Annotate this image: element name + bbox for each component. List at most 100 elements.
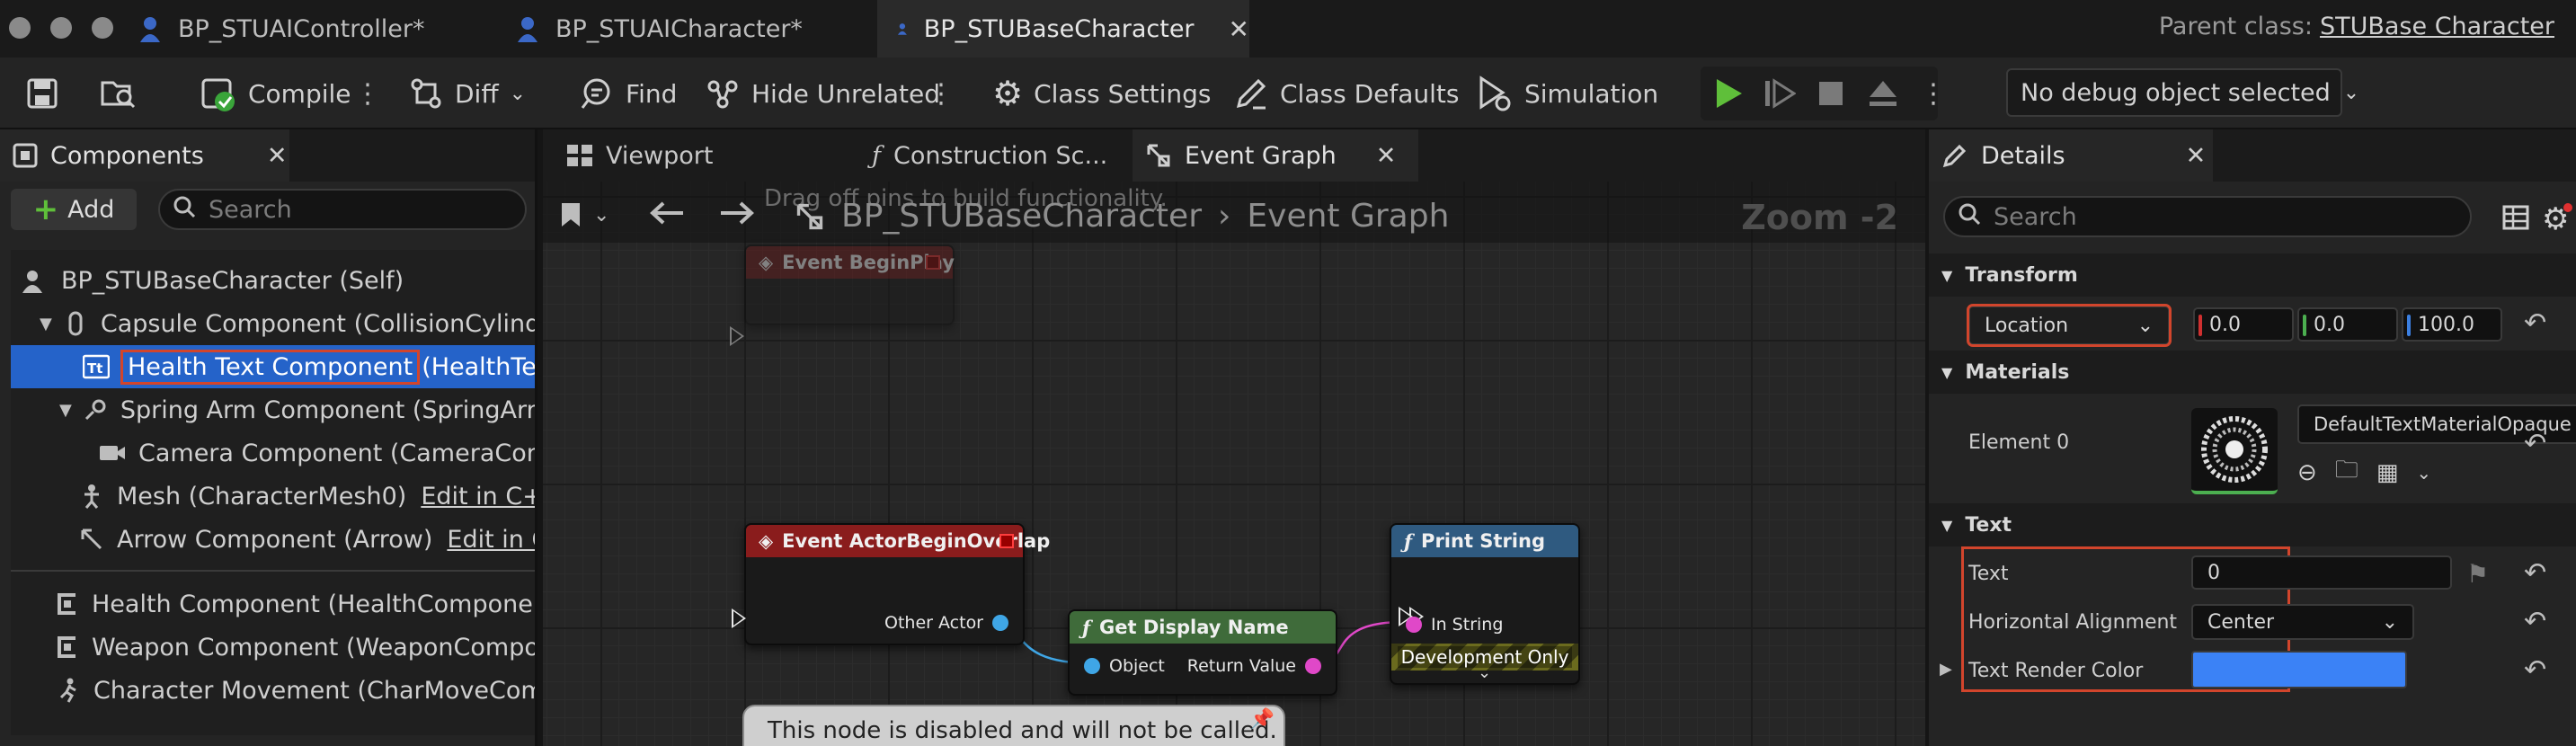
section-materials[interactable]: ▼ Materials <box>1929 351 2576 394</box>
class-defaults-button[interactable]: Class Defaults <box>1233 58 1459 129</box>
add-component-button[interactable]: + Add <box>11 189 137 230</box>
text-value-field[interactable]: 0 <box>2191 555 2452 590</box>
compile-button[interactable]: Compile <box>200 58 351 129</box>
halign-dropdown[interactable]: Center ⌄ <box>2191 604 2414 640</box>
use-selected-icon[interactable]: ⊖ <box>2297 459 2317 486</box>
details-search-input[interactable] <box>1994 202 2470 231</box>
eject-button[interactable] <box>1868 58 1898 129</box>
components-tab[interactable]: Components ✕ <box>0 129 289 182</box>
render-color-swatch[interactable] <box>2191 651 2407 688</box>
find-button[interactable]: Find <box>579 58 677 129</box>
close-icon[interactable]: ✕ <box>1229 14 1249 44</box>
details-tab[interactable]: Details ✕ <box>1929 129 2213 182</box>
axis-z-indicator <box>2407 315 2411 336</box>
localization-flag-icon[interactable]: ⚑ <box>2466 559 2489 589</box>
reset-text-icon[interactable]: ↶ <box>2524 557 2546 589</box>
details-settings-button[interactable]: ⚙ <box>2542 201 2572 237</box>
tree-item-mesh[interactable]: Mesh (CharacterMesh0) Edit in C++ <box>11 475 535 518</box>
doc-tab-base-character[interactable]: BP_STUBaseCharacter ✕ <box>877 0 1249 58</box>
tree-item-spring-arm[interactable]: ▼ Spring Arm Component (SpringArmCompone… <box>11 388 535 431</box>
hide-unrelated-button[interactable]: Hide Unrelated <box>705 58 940 129</box>
delegate-pin[interactable] <box>999 534 1014 548</box>
axis-x-indicator <box>2198 315 2202 336</box>
node-print-string[interactable]: ƒ Print String In String Development Onl… <box>1390 523 1580 685</box>
browse-folder-icon[interactable]: 🗀 <box>2335 453 2358 493</box>
play-button[interactable] <box>1713 58 1744 129</box>
table-view-button[interactable] <box>2502 205 2529 236</box>
maximize-window-button[interactable] <box>92 17 113 39</box>
close-icon[interactable]: ✕ <box>267 142 288 170</box>
tree-item-character-movement[interactable]: Character Movement (CharMoveComp) <box>11 669 535 712</box>
location-y-field[interactable]: 0.0 <box>2297 307 2398 342</box>
tree-item-capsule[interactable]: ▼ Capsule Component (CollisionCylinder) <box>11 302 535 345</box>
components-search-input[interactable] <box>209 195 525 224</box>
reset-material-icon[interactable]: ↶ <box>2524 428 2546 459</box>
location-x-field[interactable]: 0.0 <box>2193 307 2294 342</box>
class-settings-button[interactable]: ⚙ Class Settings <box>992 58 1212 129</box>
pin-in-string[interactable]: In String <box>1406 615 1503 635</box>
location-z-field[interactable]: 100.0 <box>2402 307 2502 342</box>
edit-in-cpp-link[interactable]: Edit in C++ <box>447 526 535 554</box>
section-text[interactable]: ▼ Text <box>1929 503 2576 546</box>
tree-item-arrow[interactable]: Arrow Component (Arrow) Edit in C++ <box>11 518 535 561</box>
doc-tab-ai-controller[interactable]: BP_STUAIController* <box>119 0 496 58</box>
diff-button[interactable]: Diff ⌄ <box>408 58 526 129</box>
tree-item-health-component[interactable]: Health Component (HealthComponent) <box>11 582 535 626</box>
expand-arrow-icon[interactable]: ▶ <box>1940 660 1952 679</box>
axis-y-indicator <box>2303 315 2306 336</box>
location-mode-dropdown[interactable]: Location ⌄ <box>1967 304 2172 347</box>
play-options-button[interactable]: ⋮ <box>1920 58 1947 129</box>
node-event-actorbeginoverlap[interactable]: ◈ Event ActorBeginOverlap Other Actor <box>732 523 1050 645</box>
disabled-node-comment[interactable]: This node is disabled and will not be ca… <box>742 705 1285 746</box>
details-search[interactable] <box>1943 196 2472 237</box>
pin-return-value[interactable]: Return Value <box>1187 656 1321 676</box>
edit-in-cpp-link[interactable]: Edit in C++ <box>421 483 535 511</box>
components-search[interactable] <box>158 189 527 230</box>
tree-item-label: Arrow Component (Arrow) <box>117 525 433 554</box>
section-transform[interactable]: ▼ Transform <box>1929 253 2576 297</box>
add-label: Add <box>67 195 115 224</box>
checker-icon[interactable]: ▦ <box>2376 459 2399 486</box>
find-icon <box>581 78 610 109</box>
exec-out-pin[interactable] <box>732 608 746 628</box>
expand-arrow-icon[interactable]: ▼ <box>59 401 72 420</box>
compile-options-button[interactable]: ⋮ <box>354 58 381 129</box>
pin-icon[interactable]: 📌 <box>1250 708 1275 731</box>
debug-object-select[interactable]: No debug object selected ⌄ <box>2006 68 2359 117</box>
chevron-down-icon: ⌄ <box>2381 610 2398 634</box>
browse-button[interactable] <box>101 58 137 129</box>
simulation-button[interactable]: Simulation <box>1476 58 1658 129</box>
save-button[interactable] <box>27 58 58 129</box>
spring-arm-icon <box>83 397 108 422</box>
delegate-pin[interactable] <box>926 255 940 270</box>
node-event-beginplay[interactable]: ◈ Event BeginPlay <box>730 244 955 346</box>
expand-arrow-icon[interactable]: ▼ <box>40 315 52 333</box>
parent-class-link[interactable]: STUBase Character <box>2320 13 2554 40</box>
close-icon[interactable]: ✕ <box>2186 142 2207 170</box>
material-thumbnail[interactable] <box>2191 408 2278 494</box>
node-get-display-name[interactable]: ƒ Get Display Name Object Return Value <box>1068 609 1337 696</box>
doc-tab-ai-character[interactable]: BP_STUAICharacter* <box>496 0 877 58</box>
notification-dot <box>2563 203 2572 212</box>
graph-options-button[interactable]: ⋮ <box>928 58 955 129</box>
reset-halign-icon[interactable]: ↶ <box>2524 606 2546 637</box>
tree-item-self[interactable]: BP_STUBaseCharacter (Self) <box>11 259 535 302</box>
expand-advanced-icon[interactable]: ⌄ <box>1478 663 1491 682</box>
text-render-icon: Tt <box>83 354 110 379</box>
blueprint-icon <box>518 17 537 42</box>
exec-out-pin[interactable] <box>730 326 744 346</box>
step-button[interactable] <box>1763 58 1796 129</box>
pin-object[interactable]: Object <box>1084 656 1165 676</box>
minimize-window-button[interactable] <box>50 17 72 39</box>
close-window-button[interactable] <box>9 17 31 39</box>
reset-location-icon[interactable]: ↶ <box>2524 307 2546 339</box>
stop-button[interactable] <box>1817 58 1844 129</box>
tree-item-weapon-component[interactable]: Weapon Component (WeaponComponent) <box>11 626 535 669</box>
tree-item-health-text[interactable]: Tt Health Text Component (HealthTextComp… <box>11 345 535 388</box>
chevron-down-icon[interactable]: ⌄ <box>2416 462 2431 484</box>
tree-item-camera[interactable]: Camera Component (CameraComponent) <box>11 431 535 475</box>
chevron-down-icon: ▼ <box>1941 516 1953 534</box>
reset-render-color-icon[interactable]: ↶ <box>2524 654 2546 686</box>
event-diamond-icon: ◈ <box>759 252 774 273</box>
pin-other-actor[interactable]: Other Actor <box>884 613 1008 633</box>
